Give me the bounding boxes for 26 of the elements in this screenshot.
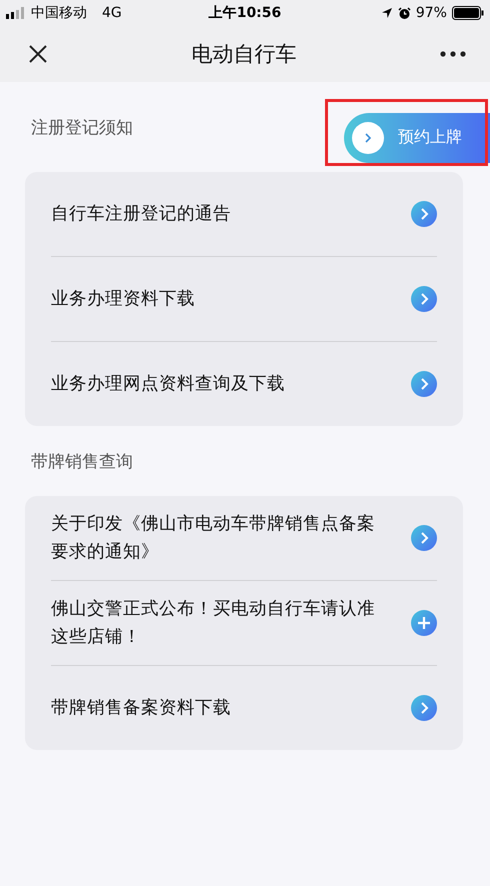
list-item-link[interactable]: 带牌销售备案资料下载 bbox=[51, 694, 231, 722]
list-item-link[interactable]: 关于印发《佛山市电动车带牌销售点备案要求的通知》 bbox=[51, 510, 386, 566]
status-time: 上午10:56 bbox=[208, 4, 282, 22]
close-icon bbox=[28, 44, 48, 64]
list-item-link[interactable]: 业务办理资料下载 bbox=[51, 285, 195, 313]
battery-icon bbox=[452, 6, 484, 20]
plus-icon[interactable] bbox=[411, 610, 437, 636]
chevron-icon[interactable] bbox=[411, 371, 437, 397]
carrier-label: 中国移动 bbox=[31, 4, 87, 22]
more-icon bbox=[440, 51, 466, 57]
location-icon bbox=[380, 7, 393, 19]
battery-percent: 97% bbox=[416, 5, 447, 21]
list-item-link[interactable]: 自行车注册登记的通告 bbox=[51, 200, 231, 228]
section-title: 注册登记须知 bbox=[31, 116, 133, 138]
signal-icon bbox=[6, 7, 26, 19]
chevron-icon[interactable] bbox=[411, 286, 437, 312]
page-title: 电动自行车 bbox=[192, 41, 296, 68]
alarm-icon bbox=[398, 6, 411, 20]
chevron-icon[interactable] bbox=[411, 525, 437, 551]
chevron-icon bbox=[363, 132, 373, 144]
section-title: 带牌销售查询 bbox=[31, 450, 133, 472]
list-item-link[interactable]: 业务办理网点资料查询及下载 bbox=[51, 370, 285, 398]
list-item-link[interactable]: 佛山交警正式公布！买电动自行车请认准这些店铺！ bbox=[51, 595, 386, 651]
chevron-icon[interactable] bbox=[411, 201, 437, 227]
network-label: 4G bbox=[102, 5, 122, 21]
chevron-icon[interactable] bbox=[411, 695, 437, 721]
